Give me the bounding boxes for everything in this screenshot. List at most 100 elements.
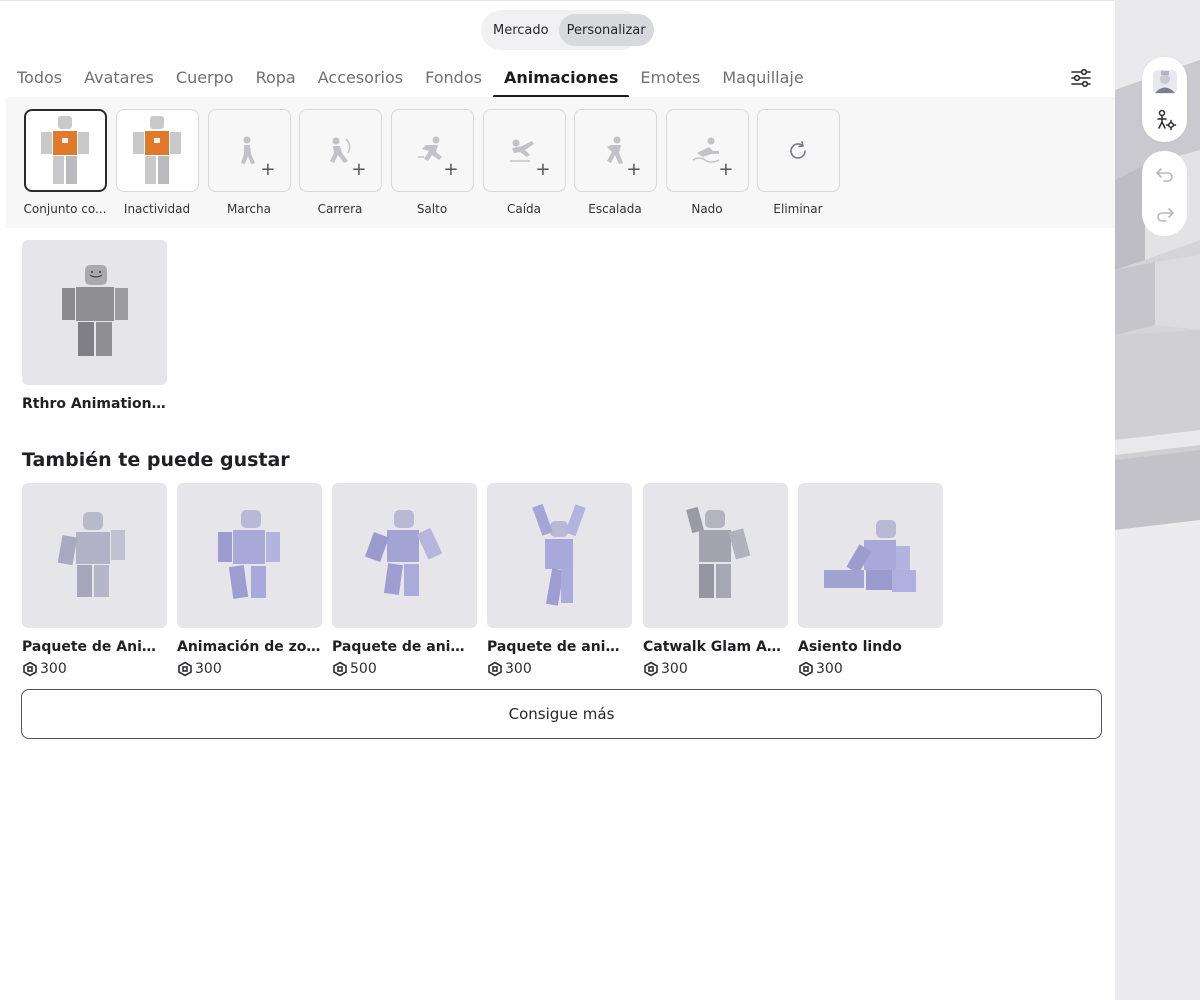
- item-thumbnail[interactable]: [487, 483, 632, 628]
- add-plus-icon: +: [535, 159, 551, 180]
- slot-label: Carrera: [317, 202, 363, 216]
- suggestion-card[interactable]: Catwalk Glam Ani... 300: [643, 483, 789, 677]
- tab-animaciones[interactable]: Animaciones: [492, 61, 630, 98]
- avatar-figure: [823, 519, 916, 592]
- slot-conjunto-completo[interactable]: Conjunto co...: [22, 109, 108, 216]
- avatar-figure: [685, 506, 750, 598]
- price-value: 500: [350, 661, 377, 677]
- item-price: 500: [332, 661, 478, 677]
- item-name: Animación de zom...: [177, 639, 323, 655]
- tab-fondos[interactable]: Fondos: [414, 61, 493, 97]
- slot-inactividad[interactable]: Inactividad: [114, 109, 200, 216]
- robux-icon: [799, 661, 813, 677]
- slot-caida[interactable]: + Caída: [481, 109, 567, 216]
- slot-label: Caída: [506, 202, 542, 216]
- price-value: 300: [40, 661, 67, 677]
- reset-icon: [790, 140, 806, 159]
- slot-eliminar[interactable]: Eliminar: [755, 109, 841, 216]
- slot-marcha[interactable]: + Marcha: [206, 109, 292, 216]
- add-plus-icon: +: [626, 159, 642, 180]
- item-name: Catwalk Glam Ani...: [643, 639, 789, 655]
- slot-label: Marcha: [227, 202, 271, 216]
- scene-background: [1115, 0, 1200, 1000]
- animation-slot-strip: Conjunto co... Inactividad + Marcha + Ca…: [6, 97, 1115, 228]
- get-more-button[interactable]: Consigue más: [21, 689, 1102, 739]
- avatar-side-tools: [1142, 57, 1187, 142]
- suggestion-card[interactable]: Paquete de Anima... 300: [22, 483, 168, 677]
- avatar-thumbnail: [133, 115, 181, 184]
- add-plus-icon: +: [351, 159, 367, 180]
- undo-button[interactable]: [1150, 159, 1180, 189]
- tab-maquillaje[interactable]: Maquillaje: [711, 61, 814, 97]
- slot-label: Eliminar: [773, 202, 823, 216]
- item-name: Paquete de anima...: [487, 639, 633, 655]
- avatar-3d-viewport[interactable]: [1115, 0, 1200, 1000]
- mode-personalizar-button[interactable]: Personalizar: [558, 14, 654, 46]
- slot-label: Escalada: [588, 202, 642, 216]
- slot-box[interactable]: [756, 109, 840, 192]
- tab-emotes[interactable]: Emotes: [629, 61, 711, 97]
- item-name: Asiento lindo: [798, 639, 902, 655]
- suggestion-card[interactable]: Paquete de anima... 500: [332, 483, 478, 677]
- item-thumbnail[interactable]: [22, 483, 167, 628]
- add-plus-icon: +: [443, 159, 459, 180]
- item-thumbnail[interactable]: [332, 483, 477, 628]
- price-value: 300: [661, 661, 688, 677]
- tab-ropa[interactable]: Ropa: [245, 61, 307, 97]
- tab-accesorios[interactable]: Accesorios: [307, 61, 414, 97]
- category-tabs: Todos Avatares Cuerpo Ropa Accesorios Fo…: [6, 61, 815, 98]
- robux-icon: [333, 661, 347, 677]
- slot-box[interactable]: +: [298, 109, 382, 192]
- slot-box[interactable]: [23, 109, 107, 192]
- item-name: Rthro Animation P...: [22, 396, 168, 412]
- add-plus-icon: +: [260, 159, 276, 180]
- filter-button[interactable]: [1068, 65, 1094, 91]
- slot-escalada[interactable]: + Escalada: [572, 109, 658, 216]
- price-value: 300: [505, 661, 532, 677]
- slot-box[interactable]: +: [482, 109, 566, 192]
- slot-box[interactable]: +: [573, 109, 657, 192]
- robux-icon: [488, 661, 502, 677]
- item-price: 300: [487, 661, 633, 677]
- suggestion-card[interactable]: Paquete de anima... 300: [487, 483, 633, 677]
- undo-icon: [1155, 168, 1173, 182]
- item-price: 300: [798, 661, 944, 677]
- avatar-settings-button[interactable]: [1150, 105, 1180, 135]
- item-thumbnail[interactable]: [22, 240, 167, 385]
- slot-box[interactable]: +: [207, 109, 291, 192]
- item-price: 300: [177, 661, 323, 677]
- price-value: 300: [816, 661, 843, 677]
- redo-icon: [1157, 208, 1175, 222]
- tab-avatares[interactable]: Avatares: [73, 61, 165, 97]
- slot-label: Conjunto co...: [23, 202, 107, 216]
- suggestion-card[interactable]: Asiento lindo 300: [798, 483, 944, 677]
- tab-todos[interactable]: Todos: [6, 61, 73, 97]
- avatar-preview-button[interactable]: [1150, 67, 1180, 97]
- slot-box[interactable]: +: [665, 109, 749, 192]
- add-plus-icon: +: [718, 159, 734, 180]
- item-thumbnail[interactable]: [177, 483, 322, 628]
- avatar-figure: [217, 509, 280, 599]
- history-tools: [1142, 151, 1187, 236]
- avatar-figure: [57, 511, 125, 597]
- slot-salto[interactable]: + Salto: [389, 109, 475, 216]
- avatar-figure: [364, 509, 442, 596]
- item-thumbnail[interactable]: [643, 483, 788, 628]
- slot-label: Salto: [416, 202, 448, 216]
- item-thumbnail[interactable]: [798, 483, 943, 628]
- avatar-settings-icon: [1157, 109, 1177, 131]
- slot-nado[interactable]: + Nado: [664, 109, 750, 216]
- redo-button[interactable]: [1150, 199, 1180, 229]
- mode-mercado-button[interactable]: Mercado: [485, 14, 557, 46]
- slot-carrera[interactable]: + Carrera: [297, 109, 383, 216]
- owned-item-card[interactable]: Rthro Animation P...: [22, 240, 168, 412]
- item-price: 300: [22, 661, 168, 677]
- suggestion-card[interactable]: Animación de zom... 300: [177, 483, 323, 677]
- slot-label: Nado: [691, 202, 723, 216]
- slot-box[interactable]: +: [390, 109, 474, 192]
- tab-cuerpo[interactable]: Cuerpo: [165, 61, 245, 97]
- suggestions-title: También te puede gustar: [22, 449, 290, 471]
- filter-sliders-icon: [1071, 68, 1091, 88]
- robux-icon: [23, 661, 37, 677]
- slot-box[interactable]: [115, 109, 199, 192]
